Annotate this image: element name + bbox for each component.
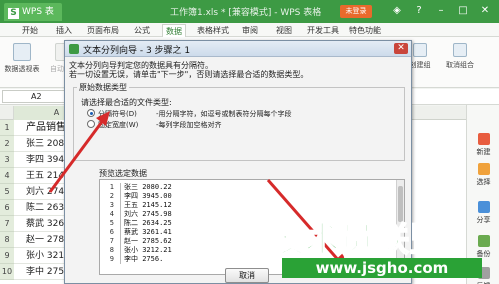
row-number[interactable]: 10 [0,264,14,280]
radio-fixed-width-label: 固定宽度(W) [98,121,139,129]
row-number[interactable]: 2 [0,136,14,152]
radio-delimited-description: -用分隔字符，如逗号或制表符分隔每个字段 [156,110,292,118]
tab-home[interactable]: 开始 [18,24,42,37]
minimize-button[interactable]: – [430,4,452,18]
login-button[interactable]: 未登录 [340,5,372,18]
preview-row: 3 王五 2145.12 [102,201,172,210]
preview-row-number: 5 [109,219,114,227]
select-all-corner[interactable] [0,106,14,120]
preview-row: 8 张小 3212.21 [102,246,172,255]
name-box[interactable]: A2 [2,90,66,103]
preview-row: 6 蔡武 3261.41 [102,228,172,237]
group-icon [413,43,427,57]
row-number[interactable]: 7 [0,216,14,232]
preview-row-text: 李中 2756. [120,255,163,264]
row-number[interactable]: 4 [0,168,14,184]
preview-row: 7 赵一 2785.62 [102,237,172,246]
preview-row: 1 张三 2080.22 [102,183,172,192]
preview-row-text: 王五 2145.12 [120,201,172,210]
tab-review[interactable]: 审阅 [238,24,262,37]
sidebar-item-new[interactable]: 新建 [467,133,499,157]
maximize-button[interactable]: □ [452,4,474,18]
watermark-logo-text: 技术员联盟 [269,219,445,261]
tab-view[interactable]: 视图 [272,24,296,37]
preview-row-text: 刘六 2745.98 [120,210,172,219]
pivot-table-icon [13,43,31,61]
sidebar-item-label: 备份 [476,250,491,258]
close-window-button[interactable]: ✕ [474,4,496,18]
preview-row-number: 1 [109,183,114,191]
preview-row: 5 陈二 2634.25 [102,219,172,228]
ungroup-label: 取消组合 [446,61,474,69]
preview-row: 2 李四 3945.00 [102,192,172,201]
sidebar-item-backup[interactable]: 备份 [467,235,499,259]
radio-fixed-width[interactable] [87,120,95,128]
preview-row-number: 9 [109,255,114,263]
dialog-close-button[interactable]: ✕ [394,43,408,54]
radio-delimited-option[interactable]: 分隔符号(D) -用分隔字符，如逗号或制表符分隔每个字段 [87,109,292,119]
row-number[interactable]: 8 [0,232,14,248]
create-group-label: 创建组 [409,61,431,69]
sidebar-item-select[interactable]: 选择 [467,163,499,187]
preview-row-number: 7 [109,237,114,245]
preview-row-text: 陈二 2634.25 [120,219,172,228]
sidebar-item-label: 分享 [476,216,491,224]
watermark-url: www.jsgho.com [282,258,482,278]
pivot-table-label: 数据透视表 [4,65,40,73]
tab-insert[interactable]: 插入 [52,24,76,37]
wps-logo-icon: S [8,8,19,19]
window-title: 工作簿1.xls * [兼容模式] - WPS 表格 [170,8,322,18]
sidebar-item-label: 新建 [476,148,491,156]
sidebar-item-share[interactable]: 分享 [467,201,499,225]
radio-fixed-width-option[interactable]: 固定宽度(W) -每列字段加空格对齐 [87,120,222,130]
select-icon [477,163,490,175]
new-icon [477,133,490,145]
menu-bar: 开始 插入 页面布局 公式 数据 表格样式 审阅 视图 开发工具 特色功能 [0,23,499,37]
preview-row-number: 4 [109,210,114,218]
preview-row-text: 李四 3945.00 [120,192,172,201]
ungroup-button[interactable]: 取消组合 [440,41,480,81]
row-number[interactable]: 9 [0,248,14,264]
dialog-title: 文本分列向导 - 3 步骤之 1 [83,46,191,56]
ungroup-icon [453,43,467,57]
tab-data[interactable]: 数据 [162,24,186,37]
row-number[interactable]: 3 [0,152,14,168]
dialog-description-line-2: 若一切设置无误，请单击"下一步"，否则请选择最合适的数据类型。 [69,70,309,79]
app-menu-button[interactable]: SWPS 表格▾ [4,3,62,35]
preview-row: 4 刘六 2745.98 [102,210,172,219]
sidebar-item-label: 选择 [476,178,491,186]
tab-developer[interactable]: 开发工具 [306,24,340,37]
radio-delimited[interactable] [87,109,95,117]
preview-row-text: 张三 2080.22 [120,183,172,192]
radio-fixed-width-description: -每列字段加空格对齐 [156,121,222,129]
skin-icon[interactable]: ◈ [386,4,408,18]
help-icon[interactable]: ? [408,4,430,18]
tab-table-style[interactable]: 表格样式 [196,24,230,37]
preview-row-number: 3 [109,201,114,209]
tab-page-layout[interactable]: 页面布局 [86,24,120,37]
preview-row-number: 8 [109,246,114,254]
cancel-button[interactable]: 取消 [225,268,269,283]
tab-formulas[interactable]: 公式 [130,24,154,37]
radio-delimited-label: 分隔符号(D) [98,110,137,118]
preview-row-text: 赵一 2785.62 [120,237,172,246]
preview-row-number: 2 [109,192,114,200]
preview-row-number: 6 [109,228,114,236]
dialog-title-bar[interactable]: 文本分列向导 - 3 步骤之 1 ✕ [65,41,411,57]
title-bar: SWPS 表格▾ 工作簿1.xls * [兼容模式] - WPS 表格 未登录 … [0,0,499,35]
row-number[interactable]: 5 [0,184,14,200]
dialog-app-icon [69,44,79,54]
data-type-group-label: 原始数据类型 [77,82,129,93]
row-number[interactable]: 1 [0,120,14,136]
backup-icon [477,235,490,247]
preview-row-text: 蔡武 3261.41 [120,228,172,237]
share-icon [477,201,490,213]
preview-row-text: 张小 3212.21 [120,246,172,255]
choose-file-type-label: 请选择最合适的文件类型: [81,98,172,107]
tab-special[interactable]: 特色功能 [348,24,382,37]
row-number[interactable]: 6 [0,200,14,216]
pivot-table-button[interactable]: 数据透视表 [2,41,42,81]
preview-row: 9 李中 2756. [102,255,163,264]
preview-label: 预览选定数据 [99,169,147,178]
